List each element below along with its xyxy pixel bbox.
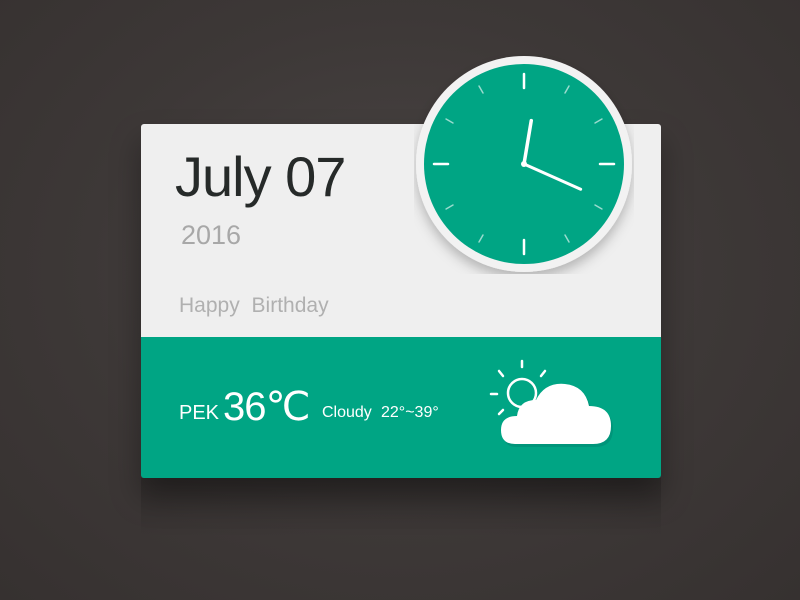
weather-condition: Cloudy <box>322 404 372 421</box>
date-label: July 07 <box>175 145 346 208</box>
city-code: PEK <box>179 402 220 424</box>
temperature-range: 22°~39° <box>381 404 439 421</box>
cloud-icon <box>501 383 613 447</box>
clock-center <box>521 161 527 167</box>
year-label: 2016 <box>181 220 242 250</box>
current-temperature: 36℃ <box>223 385 310 429</box>
card-shadow <box>141 478 661 538</box>
partly-cloudy-icon <box>489 356 619 456</box>
greeting-text: Happy Birthday <box>179 294 329 317</box>
analog-clock <box>414 54 634 274</box>
